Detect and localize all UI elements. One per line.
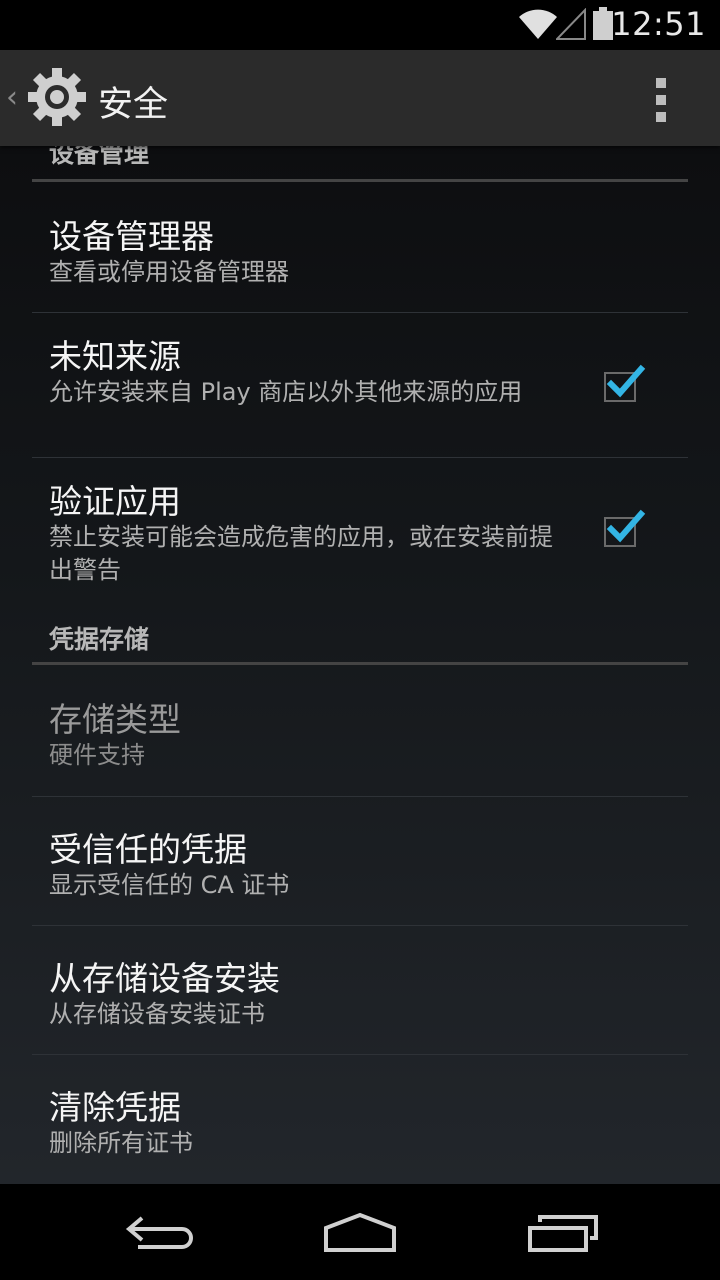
list-item-install-from-storage[interactable]: 从存储设备安装 从存储设备安装证书 bbox=[0, 926, 720, 1054]
item-summary: 硬件支持 bbox=[49, 741, 145, 769]
item-summary: 禁止安装可能会造成危害的应用，或在安装前提出警告 bbox=[49, 523, 553, 584]
section-header-credential-storage: 凭据存储 bbox=[49, 625, 150, 654]
list-item-verify-apps[interactable]: 验证应用 禁止安装可能会造成危害的应用，或在安装前提出警告 bbox=[0, 458, 720, 602]
item-summary: 从存储设备安装证书 bbox=[49, 1000, 265, 1028]
page-title: 安全 bbox=[98, 85, 169, 125]
item-summary: 查看或停用设备管理器 bbox=[49, 258, 289, 286]
list-item-clear-credentials[interactable]: 清除凭据 删除所有证书 bbox=[0, 1055, 720, 1184]
checkbox-verify-apps[interactable] bbox=[602, 509, 646, 549]
item-title: 清除凭据 bbox=[49, 1088, 181, 1127]
item-summary: 显示受信任的 CA 证书 bbox=[49, 871, 290, 899]
item-title: 从存储设备安装 bbox=[49, 959, 280, 998]
list-item-trusted-credentials[interactable]: 受信任的凭据 显示受信任的 CA 证书 bbox=[0, 797, 720, 925]
back-icon[interactable] bbox=[124, 1214, 196, 1254]
item-title: 受信任的凭据 bbox=[49, 830, 247, 869]
clock: 12:51 bbox=[611, 5, 706, 43]
status-bar: 12:51 bbox=[0, 0, 720, 50]
item-title: 验证应用 bbox=[49, 482, 181, 521]
list-item-device-admins[interactable]: 设备管理器 查看或停用设备管理器 bbox=[0, 182, 720, 312]
item-title: 设备管理器 bbox=[49, 217, 214, 256]
settings-list[interactable]: 设备管理 设备管理器 查看或停用设备管理器 未知来源 允许安装来自 Play 商… bbox=[0, 146, 720, 1184]
item-title: 存储类型 bbox=[49, 700, 181, 739]
home-icon[interactable] bbox=[322, 1212, 398, 1254]
recent-apps-icon[interactable] bbox=[526, 1214, 600, 1254]
section-header-device-admin: 设备管理 bbox=[49, 146, 150, 168]
settings-gear-icon[interactable] bbox=[27, 67, 87, 127]
overflow-menu-icon[interactable] bbox=[656, 78, 670, 129]
navigation-bar bbox=[0, 1184, 720, 1280]
action-bar: ‹ 安全 bbox=[0, 50, 720, 146]
up-caret-icon[interactable]: ‹ bbox=[6, 80, 18, 115]
wifi-icon bbox=[519, 9, 557, 39]
item-summary: 删除所有证书 bbox=[49, 1129, 193, 1157]
list-item-storage-type: 存储类型 硬件支持 bbox=[0, 665, 720, 795]
checkbox-unknown-sources[interactable] bbox=[602, 364, 646, 404]
item-summary: 允许安装来自 Play 商店以外其他来源的应用 bbox=[49, 378, 523, 406]
item-title: 未知来源 bbox=[49, 337, 181, 376]
signal-icon bbox=[556, 8, 586, 40]
list-item-unknown-sources[interactable]: 未知来源 允许安装来自 Play 商店以外其他来源的应用 bbox=[0, 313, 720, 457]
